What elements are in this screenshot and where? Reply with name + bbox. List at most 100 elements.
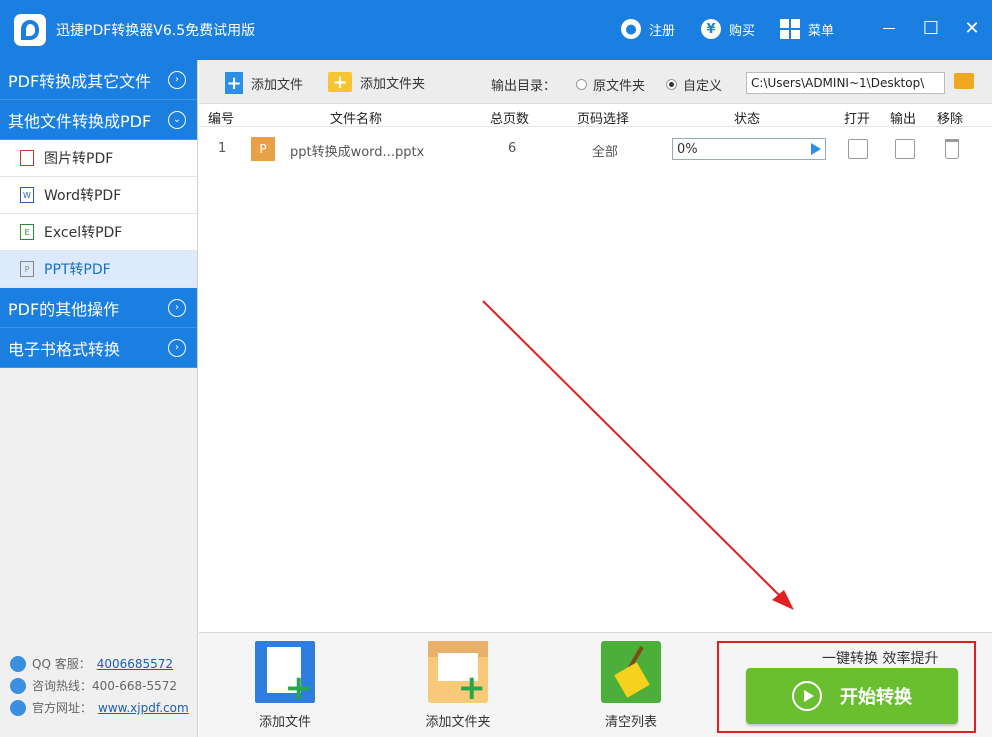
app-logo xyxy=(14,14,46,46)
sidebar-item-label: PPT转PDF xyxy=(44,262,111,278)
radio-label: 自定义 xyxy=(683,79,723,94)
site-link[interactable]: www.xjpdf.com xyxy=(98,697,189,719)
col-remove: 移除 xyxy=(937,112,964,127)
ie-icon xyxy=(10,700,26,716)
col-number: 编号 xyxy=(208,112,235,127)
maximize-button[interactable]: ☐ xyxy=(916,14,946,42)
toolbar: + 添加文件 + 添加文件夹 输出目录： 原文件夹 自定义 xyxy=(199,60,992,104)
add-file-button[interactable]: + 添加文件 xyxy=(225,72,303,94)
browse-folder-icon[interactable] xyxy=(954,73,974,89)
register-label: 注册 xyxy=(649,23,676,39)
progress-text: 0% xyxy=(677,142,698,157)
col-open: 打开 xyxy=(844,112,871,127)
user-icon: ● xyxy=(621,19,641,39)
menu-button[interactable]: 菜单 xyxy=(780,16,834,42)
qq-icon xyxy=(10,656,26,672)
add-folder-icon: + xyxy=(328,72,352,93)
sidebar-section-label: 其他文件转换成PDF xyxy=(8,111,152,131)
sidebar: PDF转换成其它文件 › 其他文件转换成PDF ⌄ 图片转PDF W Word转… xyxy=(0,60,198,737)
register-button[interactable]: ● 注册 xyxy=(621,16,675,42)
add-folder-icon: + xyxy=(428,641,488,705)
radio-dot xyxy=(576,79,587,90)
word-file-icon: W xyxy=(20,187,34,203)
chevron-down-icon: ⌄ xyxy=(168,110,186,129)
play-icon[interactable] xyxy=(811,143,821,155)
col-status: 状态 xyxy=(734,112,761,127)
support-info: QQ 客服： 4006685572 咨询热线：400-668-5572 官方网址：… xyxy=(10,653,189,719)
qq-link[interactable]: 4006685572 xyxy=(97,653,173,675)
sidebar-section-ebook[interactable]: 电子书格式转换 › xyxy=(0,328,197,368)
ppt-file-icon: P xyxy=(20,261,34,277)
sidebar-section-label: PDF的其他操作 xyxy=(8,299,120,319)
excel-file-icon: E xyxy=(20,224,34,240)
add-folder-button[interactable]: + 添加文件夹 xyxy=(328,72,426,93)
close-button[interactable]: ✕ xyxy=(957,14,987,42)
col-output: 输出 xyxy=(890,112,917,127)
radio-original-folder[interactable]: 原文件夹 xyxy=(576,75,645,94)
app-title: 迅捷PDF转换器V6.5免费试用版 xyxy=(56,23,256,39)
sidebar-section-label: 电子书格式转换 xyxy=(8,339,121,359)
chevron-right-icon: › xyxy=(168,338,186,357)
sidebar-item-label: 图片转PDF xyxy=(44,151,114,167)
sidebar-section-pdf-to-other[interactable]: PDF转换成其它文件 › xyxy=(0,60,197,100)
sidebar-section-label: PDF转换成其它文件 xyxy=(8,71,152,91)
bottom-add-folder-button[interactable]: + 添加文件夹 xyxy=(398,641,518,730)
col-page-range: 页码选择 xyxy=(577,112,630,127)
output-icon[interactable] xyxy=(895,139,915,159)
sidebar-item-word-to-pdf[interactable]: W Word转PDF xyxy=(0,177,197,214)
col-pages: 总页数 xyxy=(490,112,530,127)
add-file-icon: + xyxy=(225,72,243,94)
slogan-text: 一键转换 效率提升 xyxy=(822,651,939,667)
add-file-label: 添加文件 xyxy=(251,77,304,93)
buy-button[interactable]: ¥ 购买 xyxy=(701,16,755,42)
sidebar-section-other-to-pdf[interactable]: 其他文件转换成PDF ⌄ xyxy=(0,100,197,140)
hotline-icon xyxy=(10,678,26,694)
row-pages: 6 xyxy=(508,141,517,156)
minimize-button[interactable]: — xyxy=(874,14,904,42)
image-file-icon xyxy=(20,150,34,166)
title-bar: 迅捷PDF转换器V6.5免费试用版 ● 注册 ¥ 购买 菜单 — ☐ ✕ xyxy=(0,0,992,60)
bottom-add-file-button[interactable]: + 添加文件 xyxy=(225,641,345,730)
progress-bar: 0% xyxy=(672,138,826,160)
row-page-range[interactable]: 全部 xyxy=(592,141,618,160)
add-document-icon: + xyxy=(255,641,315,705)
output-dir-label: 输出目录： xyxy=(491,79,557,94)
open-external-icon[interactable] xyxy=(848,139,868,159)
output-path-input[interactable] xyxy=(746,72,945,94)
ppt-file-icon: P xyxy=(251,137,275,161)
chevron-right-icon: › xyxy=(168,70,186,89)
clear-list-label: 清空列表 xyxy=(604,715,657,730)
grid-menu-icon xyxy=(780,19,800,39)
menu-label: 菜单 xyxy=(808,23,835,39)
hotline-text: 咨询热线：400-668-5572 xyxy=(32,679,178,693)
trash-icon[interactable] xyxy=(945,139,959,159)
start-convert-button[interactable]: 开始转换 xyxy=(746,668,958,724)
clear-list-button[interactable]: 清空列表 xyxy=(571,641,691,730)
add-folder-label: 添加文件夹 xyxy=(360,76,426,92)
row-filename: ppt转换成word...pptx xyxy=(290,145,425,160)
row-number: 1 xyxy=(218,141,227,156)
sidebar-item-label: Word转PDF xyxy=(44,188,122,204)
broom-icon xyxy=(601,641,661,703)
qq-label: QQ 客服： xyxy=(32,657,91,671)
chevron-right-icon: › xyxy=(168,298,186,317)
bottom-add-file-label: 添加文件 xyxy=(258,715,311,730)
site-label: 官方网址： xyxy=(32,701,93,715)
sidebar-section-pdf-other-ops[interactable]: PDF的其他操作 › xyxy=(0,288,197,328)
radio-label: 原文件夹 xyxy=(593,79,646,94)
table-row[interactable]: 1 P ppt转换成word...pptx 6 全部 0% xyxy=(199,127,992,171)
start-convert-label: 开始转换 xyxy=(840,687,912,708)
buy-label: 购买 xyxy=(729,23,756,39)
radio-dot-selected xyxy=(666,79,677,90)
sidebar-item-excel-to-pdf[interactable]: E Excel转PDF xyxy=(0,214,197,251)
file-table-header: 编号 文件名称 总页数 页码选择 状态 打开 输出 移除 xyxy=(199,105,992,127)
annotation-arrow xyxy=(482,300,794,610)
bottom-add-folder-label: 添加文件夹 xyxy=(425,715,491,730)
radio-custom-folder[interactable]: 自定义 xyxy=(666,75,722,94)
yen-icon: ¥ xyxy=(701,19,721,39)
sidebar-item-ppt-to-pdf[interactable]: P PPT转PDF xyxy=(0,251,197,288)
sidebar-item-image-to-pdf[interactable]: 图片转PDF xyxy=(0,140,197,177)
col-filename: 文件名称 xyxy=(330,112,383,127)
play-circle-icon xyxy=(792,681,822,711)
sidebar-item-label: Excel转PDF xyxy=(44,225,123,241)
